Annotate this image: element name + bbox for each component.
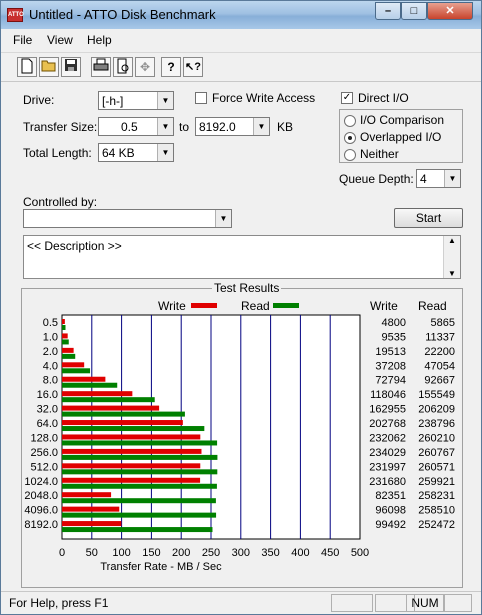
write-bar: [62, 391, 133, 397]
write-bar: [62, 477, 201, 483]
write-bar: [62, 347, 74, 353]
x-tick-label: 100: [112, 547, 130, 559]
y-tick-label: 1.0: [43, 331, 58, 343]
read-value: 47054: [424, 360, 455, 372]
write-bar: [62, 506, 120, 512]
y-tick-label: 1024.0: [24, 476, 58, 488]
num-lock-indicator: NUM: [406, 594, 444, 612]
read-value: 238796: [418, 418, 455, 430]
write-value: 82351: [375, 490, 406, 502]
read-value: 5865: [431, 317, 455, 329]
read-bar: [62, 498, 216, 504]
write-value: 231997: [369, 461, 406, 473]
read-bar: [62, 527, 213, 533]
x-tick-label: 0: [59, 547, 65, 559]
read-value: 11337: [425, 331, 455, 343]
read-bar: [62, 325, 66, 330]
read-value: 258231: [418, 490, 455, 502]
y-tick-label: 256.0: [30, 447, 58, 459]
write-value: 118046: [370, 389, 406, 401]
x-axis-label: Transfer Rate - MB / Sec: [100, 561, 222, 573]
write-bar: [62, 521, 122, 527]
read-value: 260767: [418, 447, 455, 459]
write-value: 9535: [382, 331, 406, 343]
write-value: 19513: [375, 346, 406, 358]
y-tick-label: 512.0: [30, 461, 58, 473]
y-tick-label: 64.0: [37, 418, 58, 430]
read-value: 260571: [418, 461, 455, 473]
write-value: 162955: [369, 404, 406, 416]
status-text: For Help, press F1: [9, 596, 109, 610]
read-value: 259921: [418, 476, 455, 488]
x-tick-label: 200: [172, 547, 190, 559]
write-value: 4800: [382, 317, 406, 329]
read-bar: [62, 411, 185, 417]
x-tick-label: 250: [202, 547, 220, 559]
write-value: 231680: [369, 476, 406, 488]
write-bar: [62, 405, 160, 411]
read-bar: [62, 483, 217, 489]
read-bar: [62, 426, 205, 432]
x-tick-label: 400: [291, 547, 309, 559]
write-bar: [62, 448, 202, 454]
read-value: 258510: [418, 505, 455, 517]
y-tick-label: 0.5: [43, 317, 58, 329]
status-bar: For Help, press F1 NUM: [1, 591, 481, 614]
y-tick-label: 2048.0: [24, 490, 58, 502]
write-value: 37208: [375, 360, 406, 372]
y-tick-label: 8192.0: [24, 519, 58, 531]
status-pane-4: [444, 594, 472, 612]
write-value: 234029: [369, 447, 406, 459]
write-value: 96098: [375, 505, 406, 517]
read-bar: [62, 339, 69, 345]
read-bar: [62, 454, 218, 460]
write-bar: [62, 492, 112, 498]
x-tick-label: 450: [321, 547, 339, 559]
read-value: 260210: [418, 432, 455, 444]
write-bar: [62, 362, 85, 368]
read-value: 22200: [424, 346, 455, 358]
read-value: 155549: [418, 389, 455, 401]
app-window: ATTO Untitled - ATTO Disk Benchmark – □ …: [0, 0, 482, 615]
x-tick-label: 350: [261, 547, 279, 559]
y-tick-label: 8.0: [43, 375, 58, 387]
x-tick-label: 150: [142, 547, 160, 559]
write-bar: [62, 463, 201, 469]
y-tick-label: 32.0: [37, 404, 58, 416]
read-bar: [62, 469, 218, 475]
write-value: 232062: [369, 432, 406, 444]
read-bar: [62, 353, 76, 359]
y-tick-label: 2.0: [43, 346, 58, 358]
read-bar: [62, 512, 217, 518]
read-value: 252472: [418, 519, 455, 531]
write-bar: [62, 376, 106, 382]
status-pane-1: [331, 594, 373, 612]
read-bar: [62, 368, 91, 374]
read-value: 206209: [418, 404, 455, 416]
x-tick-label: 50: [86, 547, 98, 559]
write-value: 202768: [369, 418, 406, 430]
write-bar: [62, 333, 68, 339]
write-bar: [62, 420, 183, 426]
read-bar: [62, 397, 155, 403]
read-bar: [62, 440, 218, 446]
y-tick-label: 128.0: [30, 432, 58, 444]
x-tick-label: 300: [232, 547, 250, 559]
x-tick-label: 500: [351, 547, 369, 559]
y-tick-label: 16.0: [37, 389, 58, 401]
y-tick-label: 4.0: [43, 360, 58, 372]
write-bar: [62, 434, 201, 440]
write-value: 72794: [375, 375, 406, 387]
results-chart: 0 50 100 150 200 250 300 350 400 450 500 Transfer R…: [24, 314, 455, 573]
y-tick-label: 4096.0: [24, 505, 58, 517]
write-value: 99492: [375, 519, 406, 531]
read-bar: [62, 382, 118, 388]
read-value: 92667: [424, 375, 455, 387]
write-bar: [62, 319, 65, 324]
